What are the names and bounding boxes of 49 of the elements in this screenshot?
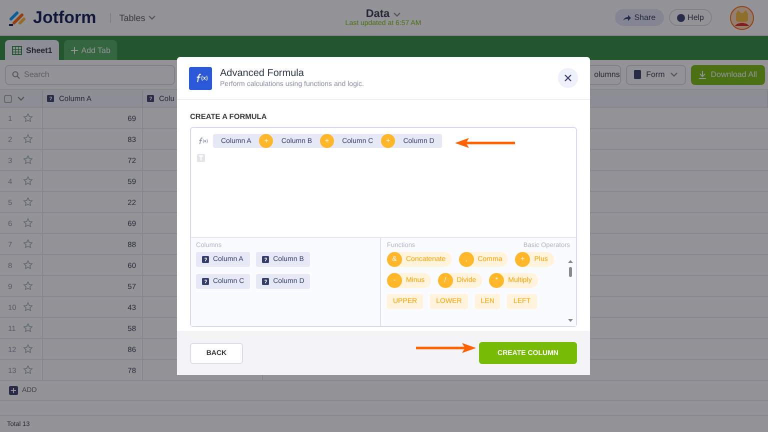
share-button[interactable]: Share <box>615 9 664 26</box>
scrollbar[interactable] <box>568 260 573 322</box>
download-icon <box>698 70 706 78</box>
fx-icon <box>197 137 208 145</box>
star-icon[interactable] <box>23 155 33 165</box>
chevron-down-icon <box>17 96 25 101</box>
column-type-icon <box>262 256 270 263</box>
star-icon[interactable] <box>23 239 33 249</box>
star-icon[interactable] <box>23 344 33 354</box>
column-type-icon <box>202 278 209 285</box>
share-icon <box>623 14 632 21</box>
star-icon[interactable] <box>23 134 33 144</box>
document-title: Data <box>366 8 390 20</box>
help-button[interactable]: Help <box>668 9 712 26</box>
chevron-down-icon <box>392 12 401 16</box>
modal-title: Advanced Formula <box>220 68 305 79</box>
download-all-button[interactable]: Download All <box>690 64 765 84</box>
column-type-icon <box>47 95 54 102</box>
chevron-down-icon <box>670 72 678 77</box>
star-icon[interactable] <box>23 197 33 207</box>
star-icon[interactable] <box>23 323 33 333</box>
star-icon[interactable] <box>23 176 33 186</box>
grid-icon <box>12 46 22 54</box>
star-icon[interactable] <box>23 113 33 123</box>
close-icon <box>564 74 572 82</box>
star-icon[interactable] <box>23 281 33 291</box>
close-button[interactable] <box>558 68 578 88</box>
column-type-icon <box>262 278 270 285</box>
star-icon[interactable] <box>23 365 33 375</box>
logo-icon <box>8 10 28 26</box>
star-icon[interactable] <box>23 302 33 312</box>
select-all-checkbox[interactable] <box>4 94 12 102</box>
star-icon[interactable] <box>23 218 33 228</box>
sheet-tab[interactable]: Sheet1 <box>5 40 60 60</box>
add-tab-button[interactable]: Add Tab <box>64 40 118 60</box>
add-row-icon[interactable] <box>9 386 18 395</box>
text-icon <box>197 154 205 162</box>
column-type-icon <box>202 256 209 263</box>
star-icon[interactable] <box>23 260 33 270</box>
avatar-icon[interactable] <box>730 6 754 30</box>
plus-icon <box>71 46 78 54</box>
logo-text: Jotform <box>33 8 96 28</box>
app-menu[interactable]: Tables <box>110 12 156 22</box>
pointer-arrow <box>455 138 515 148</box>
form-button[interactable]: Form <box>626 64 686 84</box>
column-type-icon <box>147 95 154 102</box>
search-icon <box>12 70 20 78</box>
chevron-down-icon <box>148 15 156 20</box>
pointer-arrow <box>416 343 476 353</box>
